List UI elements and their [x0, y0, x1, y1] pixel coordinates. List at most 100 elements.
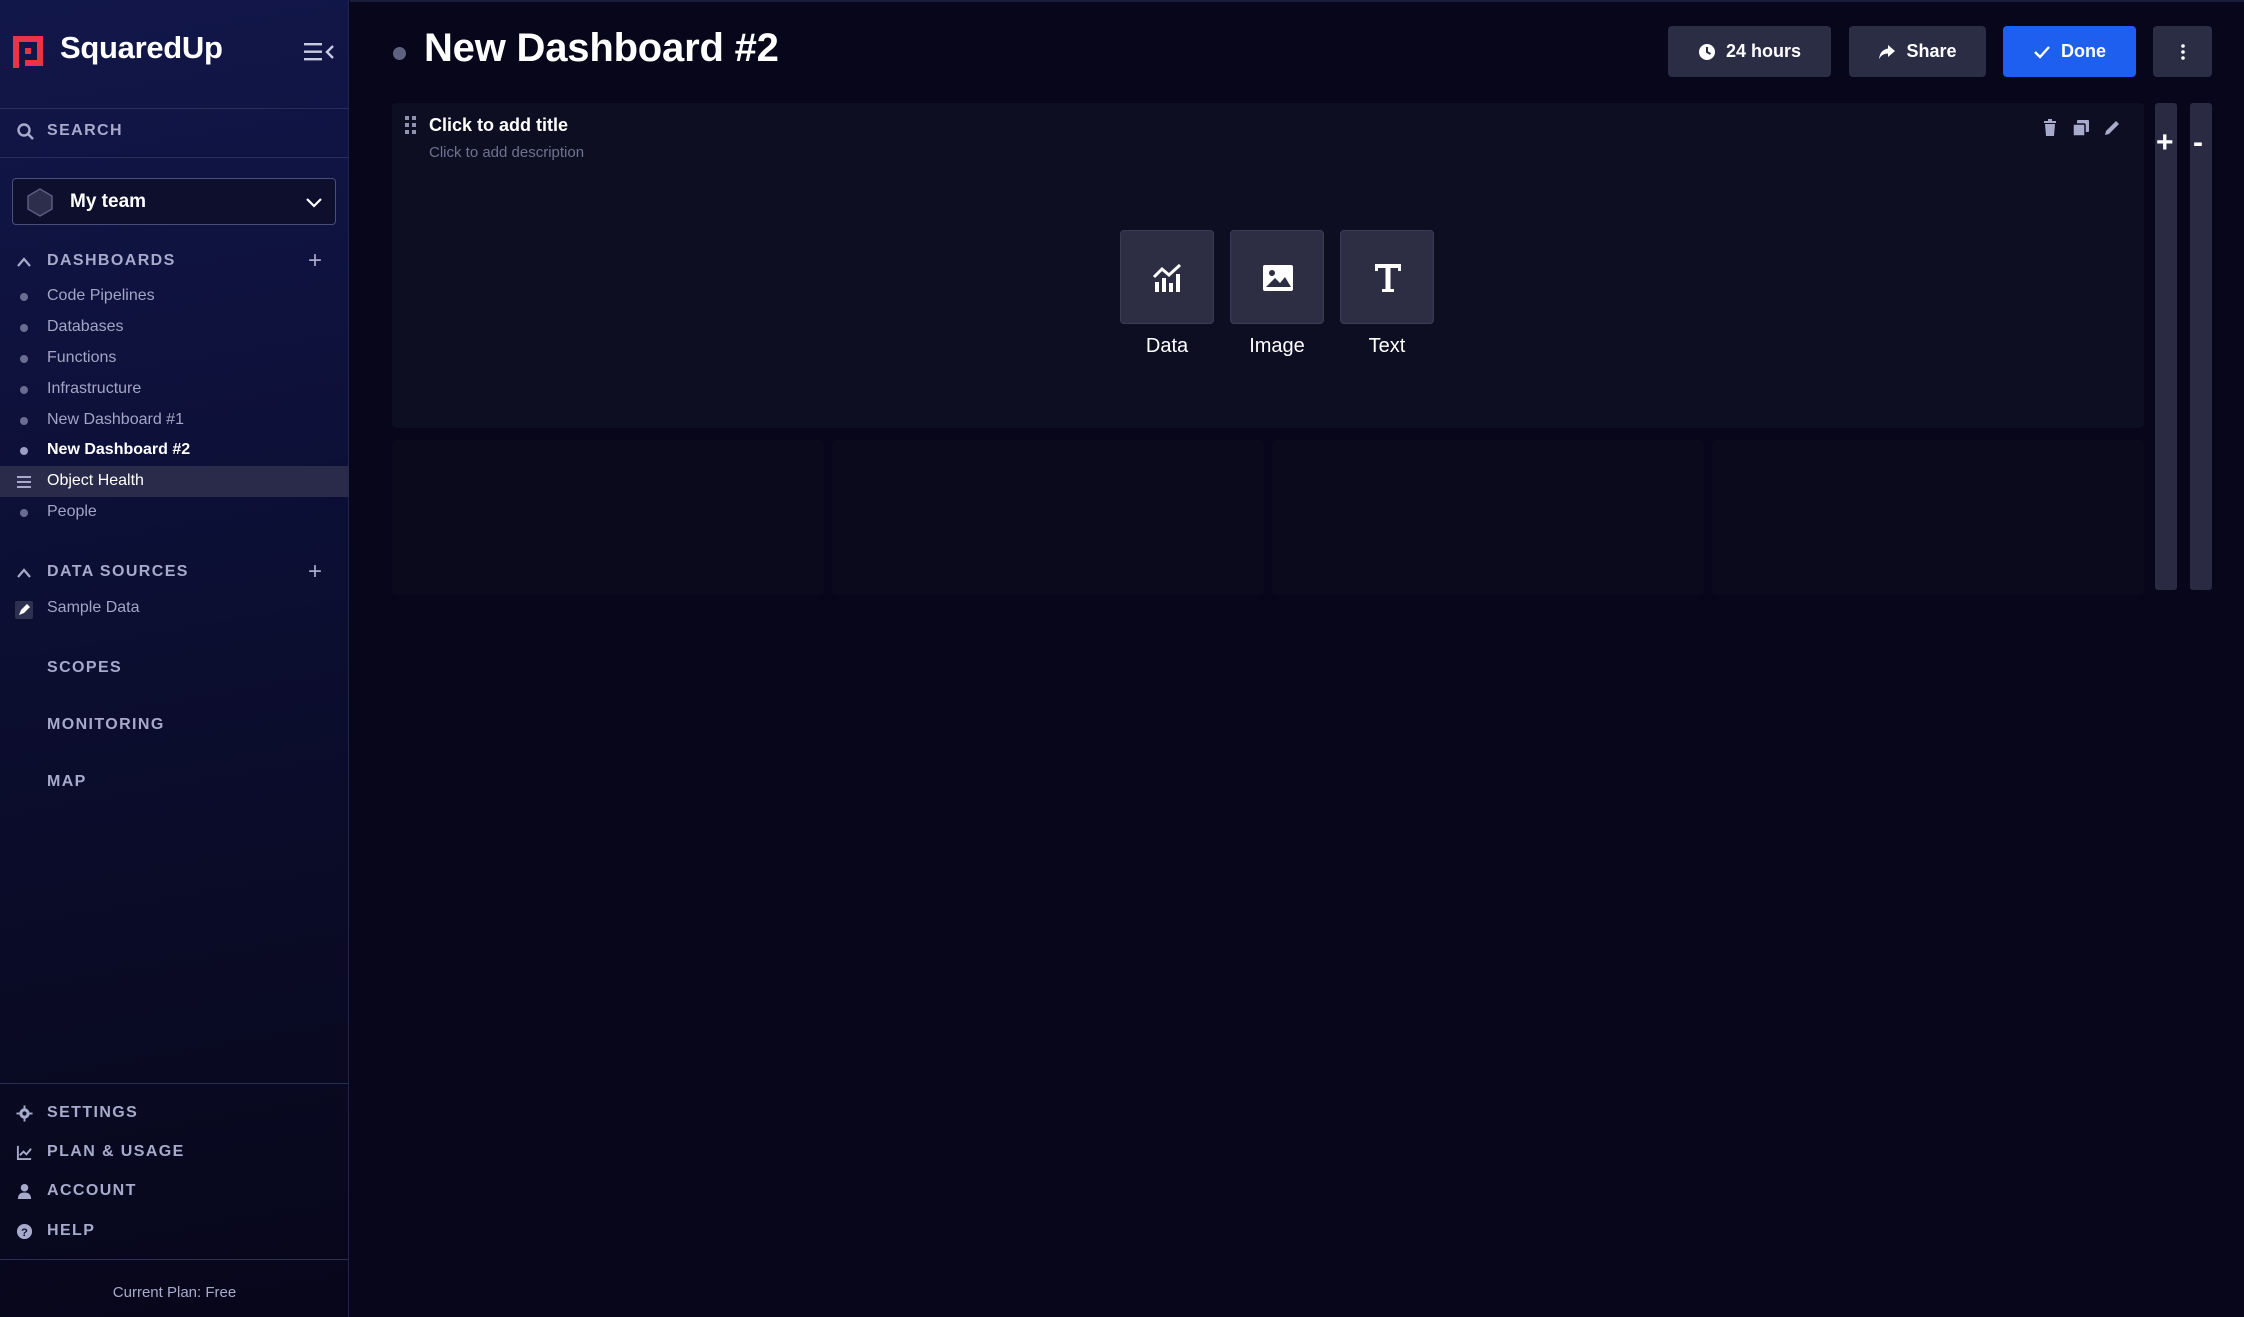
drag-lines-icon[interactable]	[17, 475, 31, 489]
team-hexagon-icon	[27, 188, 53, 217]
sidebar-item-infrastructure[interactable]: Infrastructure	[0, 374, 349, 405]
gear-icon	[16, 1105, 33, 1122]
data-sources-section-header[interactable]: DATA SOURCES +	[0, 559, 349, 589]
line-chart-icon	[16, 1145, 32, 1161]
sidebar-search[interactable]: SEARCH	[0, 108, 349, 158]
add-column-rail[interactable]	[2155, 103, 2177, 590]
chart-icon	[1152, 263, 1182, 292]
dashboard-dot-icon	[20, 355, 28, 363]
sidebar-item-people[interactable]: People	[0, 497, 349, 528]
help-icon: ?	[16, 1223, 33, 1240]
plus-icon[interactable]: +	[2156, 128, 2174, 158]
add-dashboard-button[interactable]: +	[304, 249, 326, 273]
team-selector[interactable]: My team	[12, 178, 336, 225]
text-icon	[1375, 264, 1401, 292]
copy-icon[interactable]	[2071, 118, 2091, 138]
share-label: Share	[1906, 41, 1957, 61]
sidebar-item-new-dashboard-2[interactable]: New Dashboard #2	[0, 435, 349, 466]
sidebar-item-label: New Dashboard #1	[47, 411, 184, 428]
sidebar-item-label: People	[47, 503, 97, 520]
dashboard-dot-icon	[20, 386, 28, 394]
dashboard-dot-icon	[20, 417, 28, 425]
sidebar-item-databases[interactable]: Databases	[0, 312, 349, 343]
search-icon	[17, 123, 34, 140]
data-sources-section-label: DATA SOURCES	[47, 563, 189, 580]
chevron-up-icon	[17, 257, 31, 267]
dashboard-dot-icon	[20, 447, 28, 455]
settings-label: SETTINGS	[47, 1104, 139, 1121]
collapse-sidebar-icon[interactable]	[302, 38, 338, 66]
current-plan-text: Current Plan: Free	[112, 1284, 237, 1301]
account-label: ACCOUNT	[47, 1182, 137, 1199]
sidebar-item-label: Functions	[47, 349, 117, 366]
done-button[interactable]: Done	[2003, 26, 2136, 77]
tile-type-text-button[interactable]	[1340, 230, 1434, 324]
help-label: HELP	[47, 1222, 96, 1239]
sidebar-item-functions[interactable]: Functions	[0, 343, 349, 374]
sidebar-account[interactable]: ACCOUNT	[0, 1177, 349, 1207]
remove-column-rail[interactable]	[2190, 103, 2212, 590]
dashboard-dot-icon	[20, 509, 28, 517]
sidebar-item-new-dashboard-1[interactable]: New Dashboard #1	[0, 405, 349, 436]
chevron-up-icon	[17, 568, 31, 578]
vertical-dots-icon	[2180, 43, 2185, 60]
sidebar-item-label: Code Pipelines	[47, 287, 155, 304]
tile-type-image-label: Image	[1249, 335, 1305, 357]
tile-type-data-label: Data	[1145, 335, 1189, 357]
sidebar-monitoring[interactable]: MONITORING	[47, 716, 165, 734]
plan-usage-label: PLAN & USAGE	[47, 1143, 185, 1160]
dashboards-section-label: DASHBOARDS	[47, 252, 176, 269]
app-root: SquaredUp SEARCH My team DASHBOARDS + Co…	[0, 0, 2244, 1317]
sample-data-icon	[15, 601, 33, 619]
tile-type-image-button[interactable]	[1230, 230, 1324, 324]
drag-handle-icon[interactable]	[404, 115, 418, 135]
brand-name: SquaredUp	[60, 30, 223, 65]
sidebar-bottom-menu: SETTINGS PLAN & USAGE ACCOUNT ? HELP	[0, 1083, 349, 1260]
sidebar-item-label: Databases	[47, 318, 124, 335]
share-icon	[1879, 44, 1896, 59]
dashboard-dot-icon	[20, 293, 28, 301]
minus-icon[interactable]: -	[2193, 128, 2203, 158]
sidebar-settings[interactable]: SETTINGS	[0, 1099, 349, 1129]
check-icon	[2034, 45, 2050, 59]
sidebar-item-label: New Dashboard #2	[47, 441, 191, 458]
svg-text:?: ?	[21, 1227, 28, 1239]
sidebar-item-label: Sample Data	[47, 599, 140, 616]
share-button[interactable]: Share	[1849, 26, 1986, 77]
sidebar-map[interactable]: MAP	[47, 773, 87, 791]
sidebar-item-label: Object Health	[47, 472, 144, 489]
empty-grid-cell[interactable]	[832, 440, 1264, 595]
tile-description[interactable]: Click to add description	[429, 144, 584, 161]
search-label: SEARCH	[47, 122, 123, 139]
sidebar-plan-usage[interactable]: PLAN & USAGE	[0, 1138, 349, 1168]
empty-grid-cell[interactable]	[1272, 440, 1704, 595]
sidebar-scopes[interactable]: SCOPES	[47, 659, 122, 677]
sidebar-item-object-health[interactable]: Object Health	[0, 466, 349, 497]
empty-grid-cell[interactable]	[392, 440, 824, 595]
timeframe-label: 24 hours	[1725, 41, 1802, 61]
clock-icon	[1698, 43, 1715, 60]
logo-row: SquaredUp	[0, 0, 349, 100]
tile-type-data-button[interactable]	[1120, 230, 1214, 324]
tile-title[interactable]: Click to add title	[429, 115, 568, 136]
image-icon	[1263, 265, 1293, 291]
tile-type-text-label: Text	[1368, 335, 1406, 357]
chevron-down-icon	[306, 198, 322, 208]
trash-icon[interactable]	[2040, 118, 2060, 138]
sidebar-help[interactable]: ? HELP	[0, 1217, 349, 1247]
empty-grid-cell[interactable]	[1712, 440, 2144, 595]
sidebar-item-label: Infrastructure	[47, 380, 142, 397]
dashboards-section-header[interactable]: DASHBOARDS +	[0, 248, 349, 278]
done-label: Done	[2061, 41, 2106, 61]
page-title[interactable]: New Dashboard #2	[424, 26, 779, 71]
user-icon	[17, 1183, 32, 1200]
squaredup-logo-icon	[13, 36, 43, 68]
sidebar: SquaredUp SEARCH My team DASHBOARDS + Co…	[0, 0, 349, 1317]
sidebar-item-sample-data[interactable]: Sample Data	[0, 593, 349, 624]
dashboard-status-dot	[393, 47, 406, 60]
timeframe-button[interactable]: 24 hours	[1668, 26, 1831, 77]
sidebar-item-code-pipelines[interactable]: Code Pipelines	[0, 281, 349, 312]
pencil-icon[interactable]	[2102, 118, 2122, 138]
more-options-button[interactable]	[2153, 26, 2212, 77]
add-data-source-button[interactable]: +	[304, 560, 326, 584]
